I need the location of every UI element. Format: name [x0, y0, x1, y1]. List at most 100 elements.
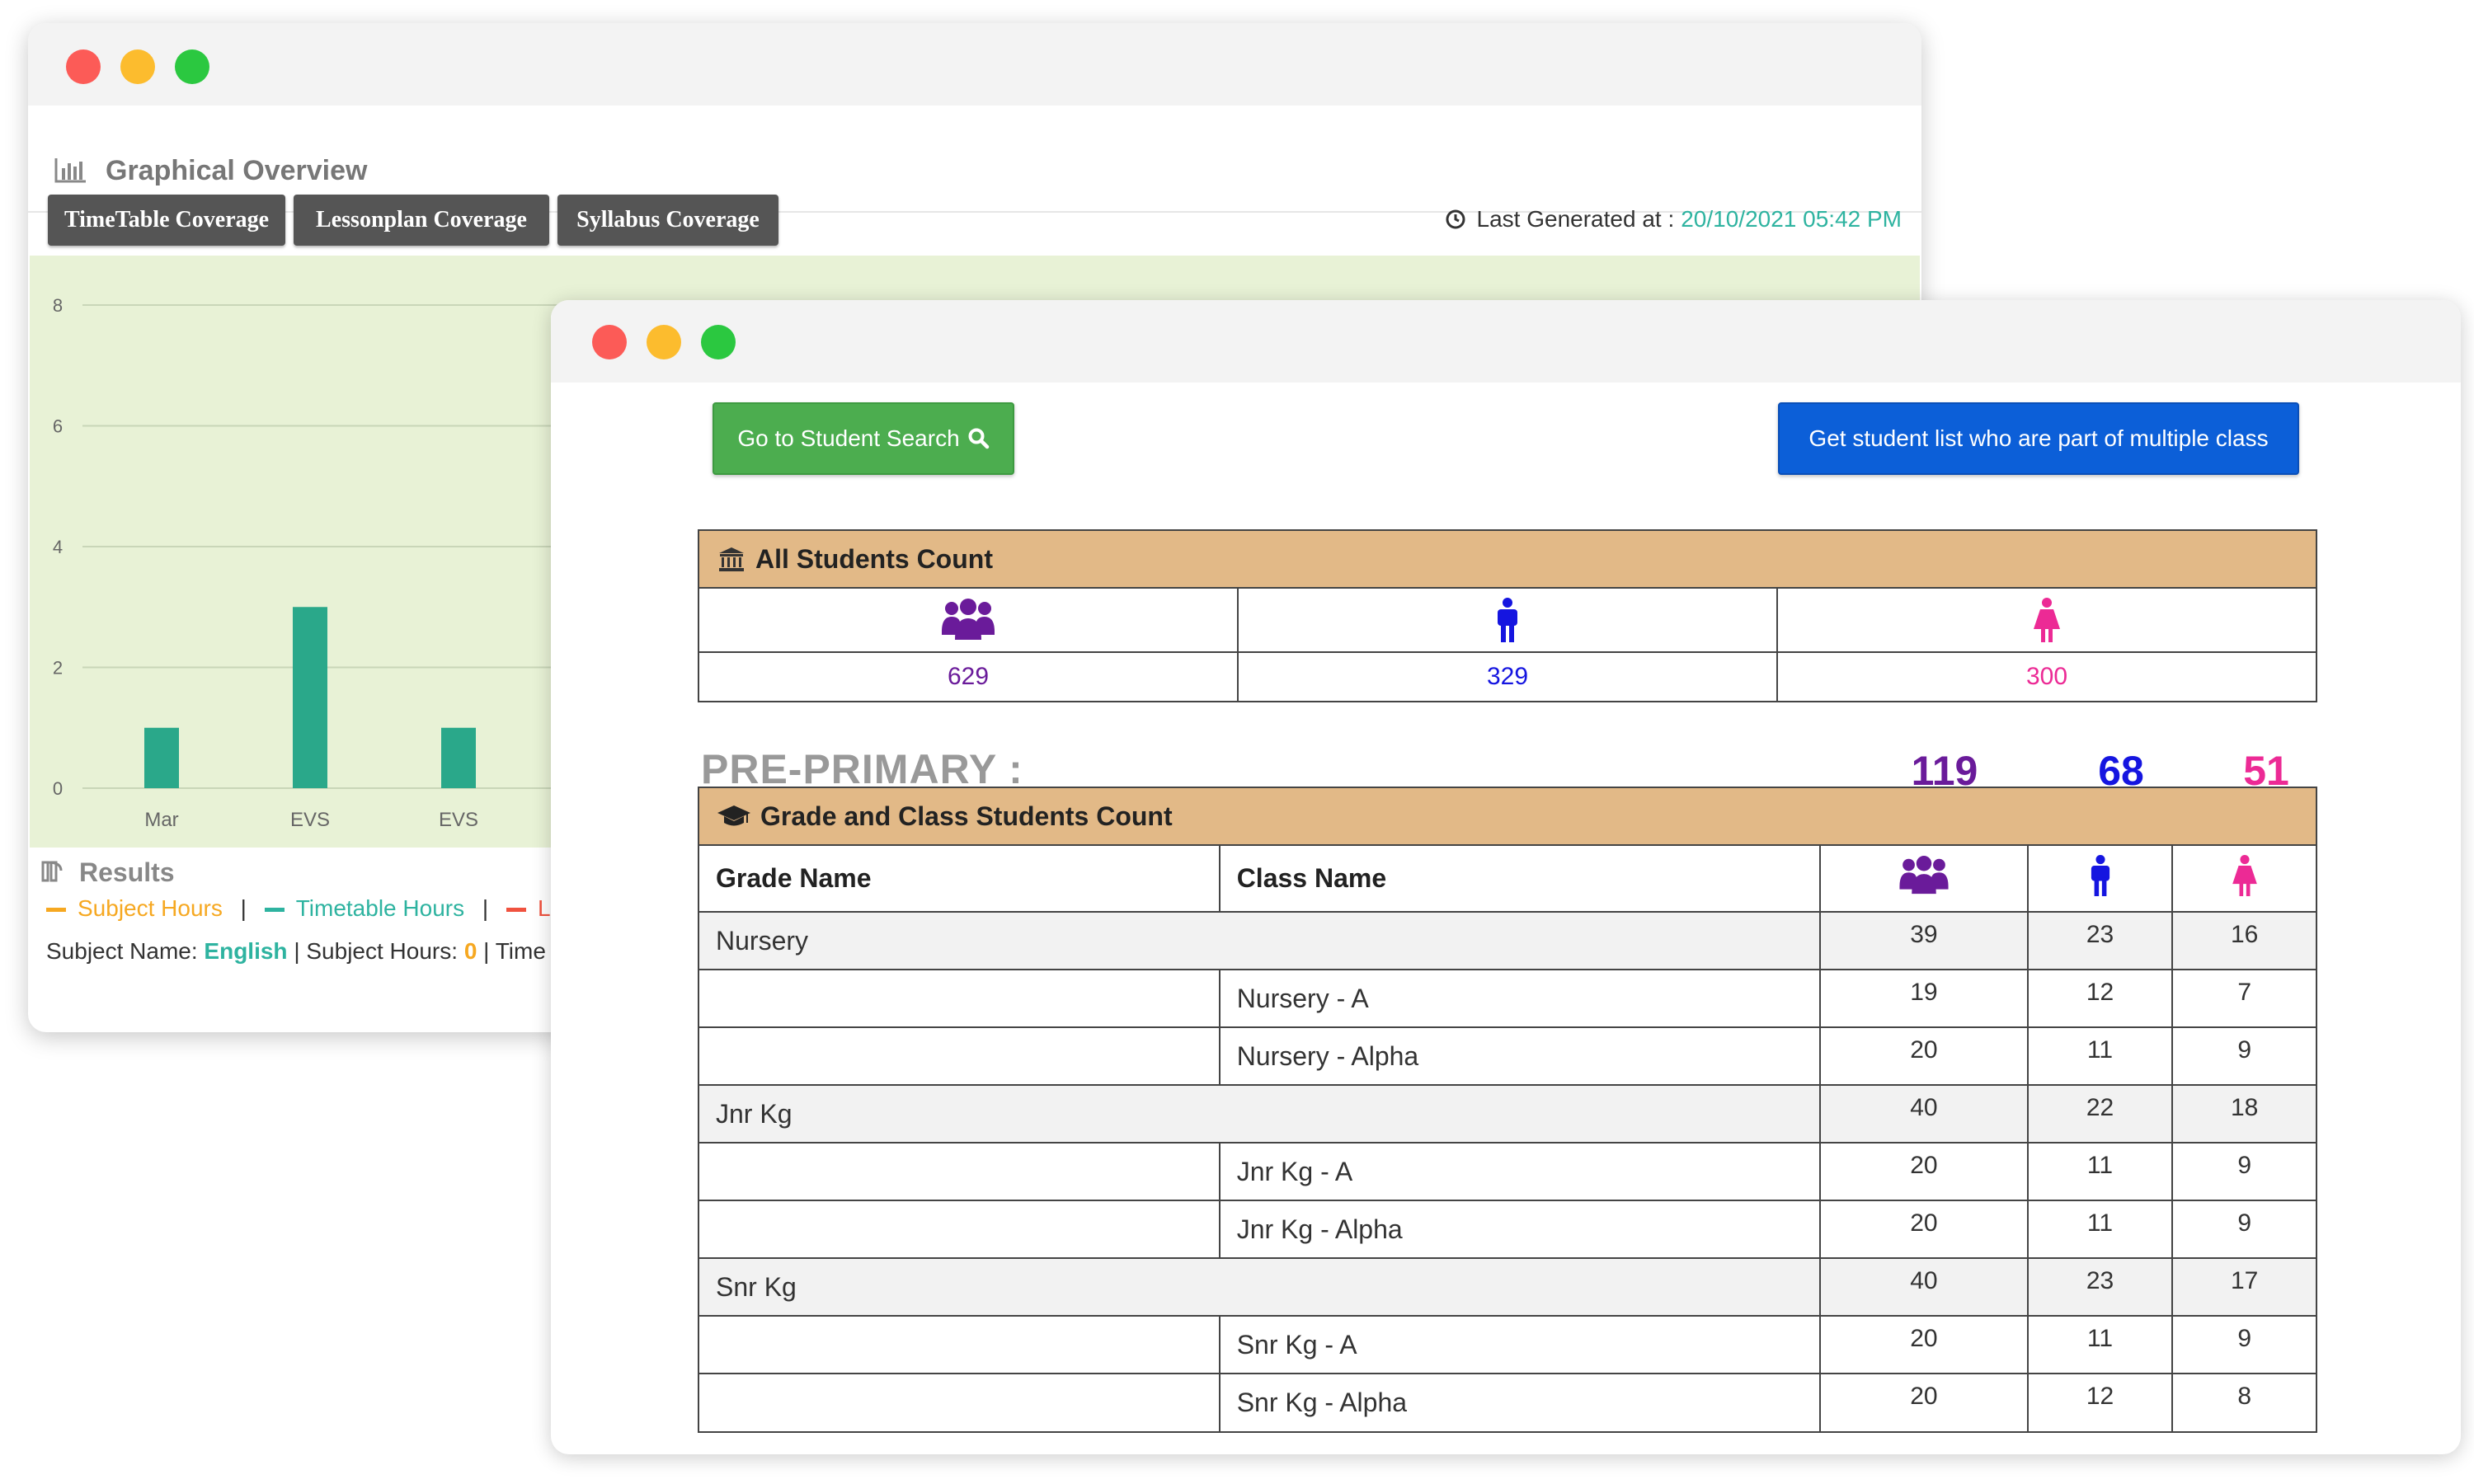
girls-count-cell: 8 — [2171, 1373, 2316, 1431]
total-count-cell: 19 — [1819, 969, 2029, 1028]
window-titlebar — [28, 23, 1921, 106]
chart-bar[interactable] — [144, 727, 179, 788]
class-name-cell: Snr Kg - Alpha — [1218, 1373, 1822, 1431]
boys-count-cell: 11 — [2026, 1142, 2174, 1201]
total-students-count: 629 — [699, 653, 1239, 701]
legend-swatch — [506, 908, 526, 913]
x-tick-label: EVS — [290, 809, 330, 831]
student-count-window: Go to Student Search Get student list wh… — [551, 300, 2461, 1454]
grade-name-cell — [699, 1142, 1221, 1201]
girls-count-cell: 17 — [2171, 1257, 2316, 1317]
class-name-cell: Jnr Kg - Alpha — [1218, 1200, 1822, 1259]
grade-name-cell: Snr Kg — [699, 1257, 1822, 1317]
tab-timetable-coverage[interactable]: TimeTable Coverage — [48, 195, 285, 246]
legend-swatch — [46, 908, 66, 913]
boys-count-cell: 12 — [2026, 1373, 2174, 1431]
grade-row: Snr Kg 40 23 17 — [699, 1257, 2316, 1317]
girls-count-cell: 9 — [2171, 1200, 2316, 1259]
class-name-cell: Jnr Kg - A — [1218, 1142, 1822, 1201]
maximize-window-button[interactable] — [701, 325, 736, 359]
grade-name-cell: Nursery — [699, 911, 1822, 970]
legend-swatch — [264, 908, 285, 913]
legend-timetable-hours[interactable]: Timetable Hours — [264, 895, 464, 922]
girls-count-cell: 16 — [2171, 911, 2316, 970]
class-row: Jnr Kg - A 20 11 9 — [699, 1142, 2316, 1201]
girls-count-cell: 9 — [2171, 1142, 2316, 1201]
grade-name-cell — [699, 1200, 1221, 1259]
class-row: Jnr Kg - Alpha 20 11 9 — [699, 1200, 2316, 1259]
maximize-window-button[interactable] — [175, 49, 209, 84]
chart-bar[interactable] — [293, 607, 327, 788]
users-group-icon — [942, 599, 995, 640]
tab-lessonplan-coverage[interactable]: Lessonplan Coverage — [294, 195, 549, 246]
female-icon — [2232, 854, 2257, 896]
total-count-cell: 20 — [1819, 1200, 2029, 1259]
subject-summary: Subject Name: English | Subject Hours: 0… — [46, 938, 546, 964]
grade-name-cell — [699, 1373, 1221, 1431]
class-name-cell: Snr Kg - A — [1218, 1315, 1822, 1374]
minimize-window-button[interactable] — [647, 325, 681, 359]
close-window-button[interactable] — [66, 49, 101, 84]
y-tick-label: 8 — [53, 295, 63, 316]
y-tick-label: 4 — [53, 537, 63, 557]
page-title: Graphical Overview — [106, 155, 368, 186]
boys-count-cell: 11 — [2026, 1200, 2174, 1259]
class-row: Snr Kg - A 20 11 9 — [699, 1315, 2316, 1374]
last-generated-value: 20/10/2021 05:42 PM — [1681, 206, 1902, 232]
users-group-icon — [1899, 855, 1949, 894]
class-row: Snr Kg - Alpha 20 12 8 — [699, 1373, 2316, 1431]
column-boys — [2026, 846, 2174, 913]
boys-count-cell: 23 — [2026, 911, 2174, 970]
bar-chart-icon — [54, 158, 86, 183]
student-search-button[interactable]: Go to Student Search — [713, 402, 1014, 475]
class-row: Nursery - Alpha 20 11 9 — [699, 1026, 2316, 1086]
results-label: Results — [79, 857, 175, 887]
grade-class-rows: Nursery 39 23 16 Nursery - A 19 12 7 Nursery - A… — [699, 911, 2316, 1431]
grade-class-header: Grade and Class Students Count — [699, 788, 2316, 846]
multiple-class-students-button[interactable]: Get student list who are part of multipl… — [1778, 402, 2299, 475]
chart-legend: Subject Hours | Timetable Hours | Le — [46, 895, 563, 922]
x-tick-label: Mar — [144, 809, 178, 831]
total-count-cell: 40 — [1819, 1257, 2029, 1317]
total-count-cell: 20 — [1819, 1142, 2029, 1201]
search-icon — [968, 428, 989, 449]
column-grade-name: Grade Name — [699, 846, 1221, 913]
grade-class-count-table: Grade and Class Students Count Grade Nam… — [698, 787, 2317, 1433]
boys-count-cell: 23 — [2026, 1257, 2174, 1317]
column-class-name: Class Name — [1218, 846, 1822, 913]
girls-count-cell: 9 — [2171, 1026, 2316, 1086]
close-window-button[interactable] — [592, 325, 627, 359]
girls-count-cell: 7 — [2171, 969, 2316, 1028]
grade-class-table: Grade Name Class Name Nursery 39 23 16 N… — [699, 846, 2316, 1431]
last-generated-label: Last Generated at : — [1476, 206, 1675, 232]
boys-count-cell: 22 — [2026, 1084, 2174, 1144]
class-name-cell: Nursery - A — [1218, 969, 1822, 1028]
grade-name-cell: Jnr Kg — [699, 1084, 1822, 1144]
minimize-window-button[interactable] — [120, 49, 155, 84]
legend-subject-hours[interactable]: Subject Hours — [46, 895, 223, 922]
grade-row: Nursery 39 23 16 — [699, 911, 2316, 970]
chart-bar[interactable] — [441, 727, 476, 788]
table-header-row: Grade Name Class Name — [699, 846, 2316, 913]
window-titlebar — [551, 300, 2461, 383]
total-count-cell: 20 — [1819, 1373, 2029, 1431]
girls-count: 300 — [2025, 663, 2068, 690]
pre-primary-summary: PRE-PRIMARY : 119 68 51 — [701, 729, 2317, 795]
boys-count: 329 — [1239, 653, 1778, 701]
last-generated: Last Generated at : 20/10/2021 05:42 PM — [1446, 206, 1902, 232]
class-name-cell: Nursery - Alpha — [1218, 1026, 1822, 1086]
all-count-icons-row — [699, 589, 2316, 653]
y-tick-label: 2 — [53, 658, 63, 679]
tab-syllabus-coverage[interactable]: Syllabus Coverage — [557, 195, 778, 246]
male-icon — [1498, 598, 1517, 642]
grade-name-cell — [699, 969, 1221, 1028]
all-count-values-row: 629 329 300 — [699, 653, 2316, 701]
clock-icon — [1446, 209, 1465, 229]
total-count-cell: 40 — [1819, 1084, 2029, 1144]
graduation-cap-icon — [717, 805, 750, 826]
boys-count-cell: 11 — [2026, 1026, 2174, 1086]
male-icon — [2091, 854, 2109, 896]
class-row: Nursery - A 19 12 7 — [699, 969, 2316, 1028]
y-tick-label: 0 — [53, 778, 63, 799]
boys-count-cell: 12 — [2026, 969, 2174, 1028]
